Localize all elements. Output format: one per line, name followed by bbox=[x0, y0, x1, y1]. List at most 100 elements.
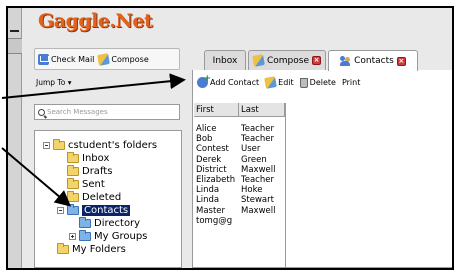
last-name-cell: Teacher bbox=[241, 124, 274, 134]
check-mail-icon bbox=[38, 53, 49, 65]
first-name-cell: District bbox=[196, 164, 227, 175]
contacts-folder-icon bbox=[67, 203, 79, 215]
first-name-cell: Bob bbox=[196, 134, 213, 145]
sent-icon bbox=[67, 177, 79, 189]
collapse-icon[interactable] bbox=[43, 141, 50, 149]
first-name-cell: Contest bbox=[196, 144, 229, 155]
app-window: Gaggle.Net Check Mail Compose Jump To ▾ … bbox=[6, 6, 454, 270]
folder-label-selected: Contacts bbox=[82, 204, 131, 216]
last-name-cell: Teacher bbox=[241, 134, 274, 145]
last-name-cell: Green bbox=[241, 154, 267, 165]
directory-icon bbox=[79, 216, 91, 228]
contacts-panel: Inbox Compose × Contacts × Add Contact E… bbox=[192, 48, 452, 268]
table-row[interactable]: Bob Teacher bbox=[194, 134, 285, 144]
last-name-cell: Maxwell bbox=[241, 205, 276, 216]
compose-label: Compose bbox=[111, 54, 149, 64]
tree-root[interactable]: cstudent's folders bbox=[43, 138, 158, 151]
tab-contacts[interactable]: Contacts × bbox=[328, 50, 418, 71]
folder-label: Deleted bbox=[82, 191, 122, 203]
folder-label: Drafts bbox=[82, 165, 113, 177]
folder-icon bbox=[57, 242, 69, 254]
search-input[interactable]: Search Messages bbox=[34, 104, 180, 120]
folder-my-groups[interactable]: My Groups bbox=[69, 229, 147, 242]
tab-strip: Inbox Compose × Contacts × bbox=[192, 48, 452, 71]
edit-button[interactable]: Edit bbox=[264, 76, 294, 89]
tab-label: Contacts bbox=[354, 56, 394, 66]
last-name-cell bbox=[239, 216, 285, 226]
add-contact-button[interactable]: Add Contact bbox=[197, 74, 260, 88]
first-name-cell: Derek bbox=[196, 154, 222, 165]
compose-button[interactable]: Compose bbox=[97, 52, 149, 66]
tab-inbox[interactable]: Inbox bbox=[204, 50, 246, 70]
trash-icon bbox=[299, 77, 308, 88]
column-header-last[interactable]: Last bbox=[239, 103, 285, 116]
gaggle-logo: Gaggle.Net bbox=[38, 10, 153, 32]
left-gutter bbox=[8, 8, 22, 268]
table-body: Alice Teacher Bob Teacher Contest User Derek Gr… bbox=[194, 117, 285, 226]
last-name-cell: Maxwell bbox=[241, 164, 276, 175]
contacts-icon bbox=[340, 56, 351, 66]
first-name-cell: tomg@g bbox=[196, 215, 233, 226]
edit-label: Edit bbox=[278, 78, 294, 87]
print-button[interactable]: Print bbox=[342, 78, 360, 87]
delete-label: Delete bbox=[309, 78, 336, 87]
close-icon[interactable]: × bbox=[396, 56, 406, 66]
check-mail-button[interactable]: Check Mail bbox=[38, 53, 94, 65]
trash-folder-icon bbox=[67, 190, 79, 202]
table-row[interactable]: Linda Stewart bbox=[194, 195, 285, 205]
table-row[interactable]: Linda Hoke bbox=[194, 185, 285, 195]
folder-label: My Folders bbox=[72, 243, 126, 255]
table-row[interactable]: Derek Green bbox=[194, 155, 285, 165]
compose-icon bbox=[97, 52, 111, 66]
table-header: First Last bbox=[194, 103, 285, 117]
search-placeholder: Search Messages bbox=[47, 108, 108, 116]
folder-label: Sent bbox=[82, 178, 105, 190]
expand-icon[interactable] bbox=[69, 232, 76, 240]
drafts-icon bbox=[67, 164, 79, 176]
table-row[interactable]: Elizabeth Teacher bbox=[194, 175, 285, 185]
table-row[interactable]: Master Maxwell bbox=[194, 206, 285, 216]
jump-to-dropdown[interactable]: Jump To ▾ bbox=[36, 78, 71, 87]
add-contact-label: Add Contact bbox=[210, 78, 260, 87]
first-name-cell: Elizabeth bbox=[196, 174, 236, 185]
contacts-toolbar: Add Contact Edit Delete Print bbox=[197, 74, 360, 89]
delete-button[interactable]: Delete bbox=[299, 77, 336, 88]
tree-root-label: cstudent's folders bbox=[68, 139, 158, 151]
left-panel: Gaggle.Net Check Mail Compose Jump To ▾ … bbox=[32, 8, 182, 268]
table-row[interactable]: Alice Teacher bbox=[194, 124, 285, 134]
last-name-cell: Stewart bbox=[241, 195, 274, 206]
print-label: Print bbox=[341, 78, 361, 87]
mail-toolbar: Check Mail Compose bbox=[34, 48, 180, 70]
first-name-cell: Alice bbox=[196, 124, 217, 134]
gutter-notch bbox=[8, 38, 22, 54]
folder-label: Directory bbox=[94, 217, 141, 229]
minimize-bar[interactable] bbox=[10, 30, 19, 32]
tab-label: Compose bbox=[266, 55, 309, 66]
last-name-cell: User bbox=[241, 144, 261, 155]
last-name-cell: Hoke bbox=[241, 185, 263, 196]
folder-drafts[interactable]: Drafts bbox=[67, 164, 113, 177]
tab-label: Inbox bbox=[212, 55, 238, 66]
folder-inbox[interactable]: Inbox bbox=[67, 151, 109, 164]
contacts-table: First Last Alice Teacher Bob Teacher Contest… bbox=[194, 103, 286, 267]
folder-directory[interactable]: Directory bbox=[79, 216, 141, 229]
close-icon[interactable]: × bbox=[312, 56, 321, 65]
folder-icon bbox=[53, 138, 65, 150]
folder-sent[interactable]: Sent bbox=[67, 177, 105, 190]
compose-icon bbox=[252, 54, 265, 67]
table-row[interactable]: District Maxwell bbox=[194, 165, 285, 175]
table-row[interactable]: Contest User bbox=[194, 144, 285, 154]
edit-icon bbox=[264, 76, 278, 89]
last-name-cell: Teacher bbox=[241, 174, 274, 185]
column-header-first[interactable]: First bbox=[194, 103, 239, 116]
add-contact-icon bbox=[197, 74, 211, 88]
groups-icon bbox=[79, 229, 91, 241]
collapse-icon[interactable] bbox=[57, 206, 64, 214]
first-name-cell: Linda bbox=[196, 185, 220, 196]
folder-deleted[interactable]: Deleted bbox=[67, 190, 122, 203]
search-icon bbox=[38, 108, 45, 116]
folder-contacts[interactable]: Contacts bbox=[57, 203, 131, 216]
table-row[interactable]: tomg@g bbox=[194, 216, 285, 226]
tab-compose[interactable]: Compose × bbox=[248, 50, 326, 70]
folder-my-folders[interactable]: My Folders bbox=[57, 242, 126, 255]
